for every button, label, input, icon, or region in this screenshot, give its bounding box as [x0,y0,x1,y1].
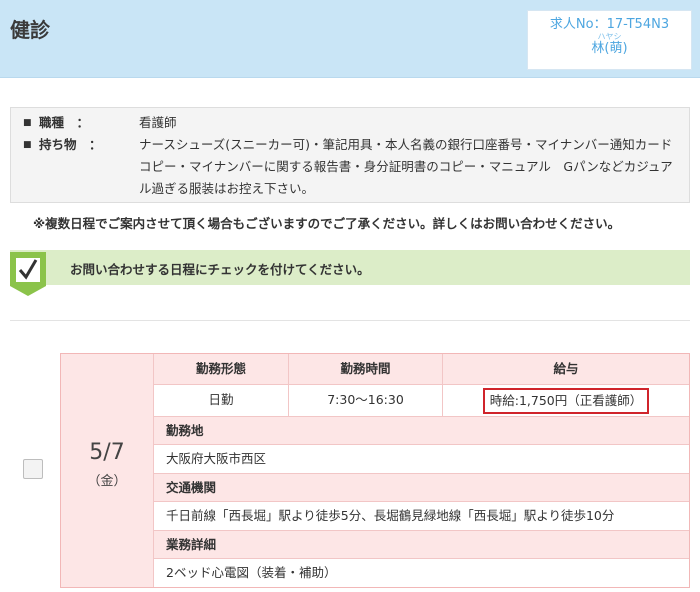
schedule-day-of-week: （金） [87,474,127,489]
details-label: 業務詳細 [153,531,689,559]
schedule-date: 5/7 [89,440,125,465]
col-header-work-hours: 勤務時間 [288,354,442,385]
divider [10,320,690,321]
page-title: 健診 [10,18,50,42]
page-header: 健診 求人No：17-T54N3 ハヤシ 林(萌) [0,0,700,78]
items-label: 持ち物 ： [39,137,102,152]
location-value: 大阪府大阪市西区 [153,445,689,474]
details-value: 2ベッド心電図（装着・補助） [153,559,689,587]
contact-name: 林(萌) [591,41,628,56]
col-header-work-type: 勤務形態 [153,354,288,385]
items-value: ナースシューズ(スニーカー可)・筆記用具・本人名義の銀行口座番号・マイナンバー通… [139,137,673,196]
name-furigana: ハヤシ [597,32,622,41]
schedule-date-cell: 5/7 （金） [61,354,153,587]
salary-value: 時給:1,750円（正看護師） [482,388,650,414]
job-type-value: 看護師 [139,115,177,130]
square-bullet-icon: ■ [23,118,32,128]
job-number: 求人No：17-T54N3 [549,17,670,32]
schedule-card: 5/7 （金） 勤務形態 勤務時間 給与 日勤 7:30～16:30 時給:1,… [60,353,690,588]
salary-cell: 時給:1,750円（正看護師） [442,385,689,417]
col-header-salary: 給与 [442,354,689,385]
location-label: 勤務地 [153,417,689,445]
schedule-select-checkbox[interactable] [23,459,43,479]
job-type-label: 職種 ： [39,115,90,130]
schedule-details-table: 勤務形態 勤務時間 給与 日勤 7:30～16:30 時給:1,750円（正看護… [153,354,689,587]
multi-schedule-notice: ※複数日程でご案内させて頂く場合もございますのでご了承ください。詳しくはお問い合… [33,216,621,231]
checkmark-icon [10,252,46,296]
transport-label: 交通機関 [153,474,689,502]
check-instruction-text: お問い合わせする日程にチェックを付けてください。 [70,262,370,277]
job-id-box: 求人No：17-T54N3 ハヤシ 林(萌) [527,10,692,70]
work-type-value: 日勤 [153,385,288,417]
job-info-box: ■ 職種 ： 看護師 ■ 持ち物 ： ナースシューズ(スニーカー可)・筆記用具・… [10,107,690,203]
work-hours-value: 7:30～16:30 [288,385,442,417]
transport-value: 千日前線「西長堀」駅より徒歩5分、長堀鶴見緑地線「西長堀」駅より徒歩10分 [153,502,689,531]
square-bullet-icon: ■ [23,140,32,150]
